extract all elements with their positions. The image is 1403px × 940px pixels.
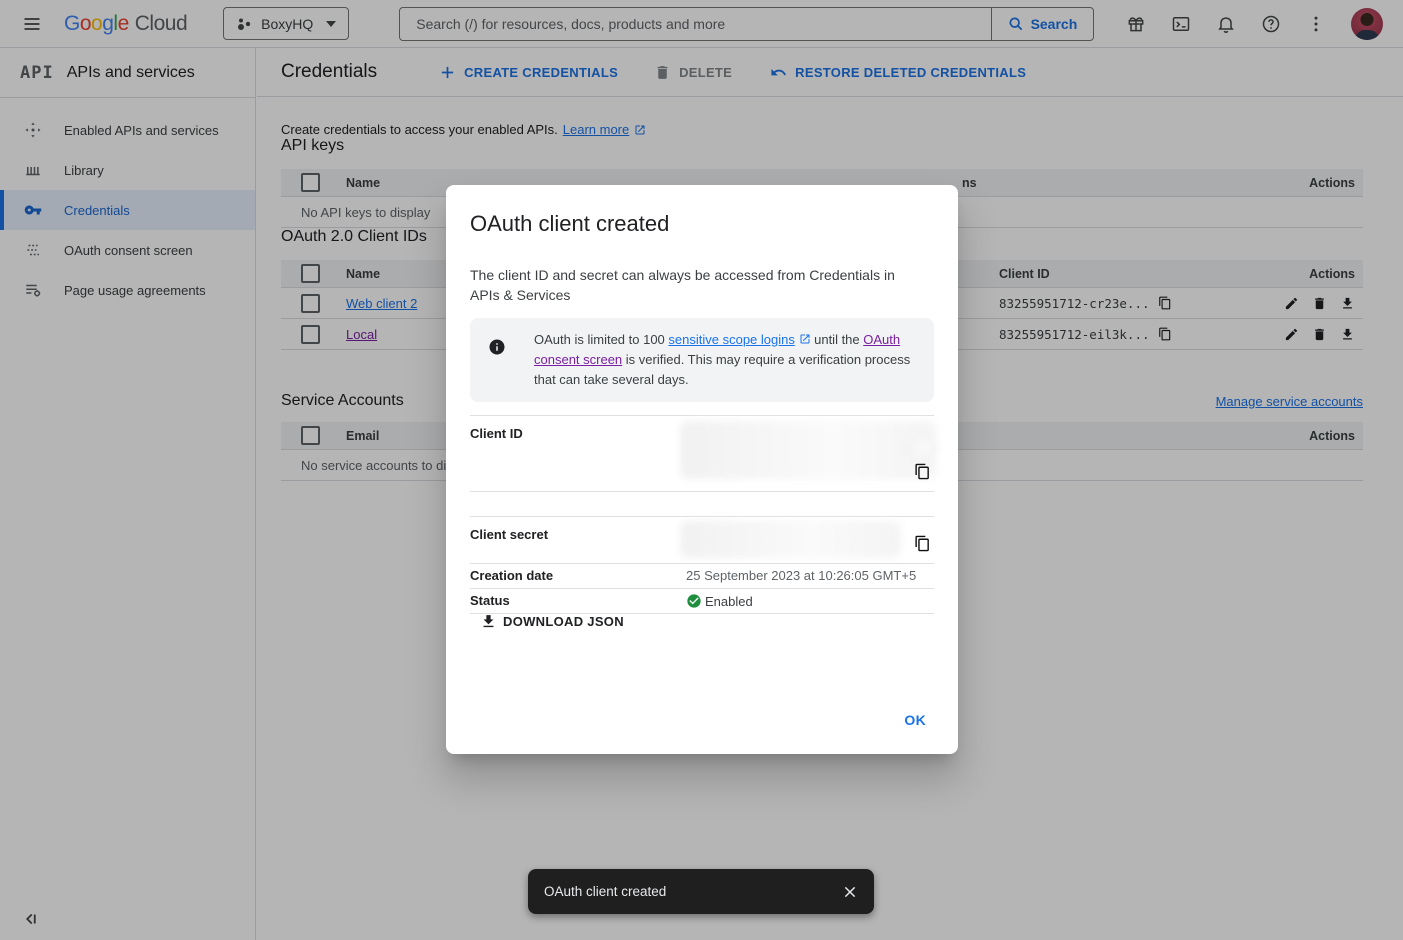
client-secret-label: Client secret [470, 523, 548, 547]
sensitive-scope-logins-link[interactable]: sensitive scope logins [668, 332, 794, 347]
notice-text: OAuth is limited to 100 sensitive scope … [534, 330, 916, 390]
dialog-subtitle: The client ID and secret can always be a… [470, 265, 920, 305]
client-secret-redacted [680, 521, 901, 558]
client-id-redacted [906, 441, 936, 454]
snackbar-message: OAuth client created [544, 884, 666, 899]
ok-button[interactable]: OK [896, 706, 934, 734]
creation-date-value: 25 September 2023 at 10:26:05 GMT+5 [686, 564, 916, 588]
status-label: Status [470, 589, 510, 613]
creation-date-label: Creation date [470, 564, 553, 588]
client-secret-row: Client secret [470, 516, 934, 563]
copy-icon[interactable] [914, 463, 931, 480]
notice-mid: until the [811, 332, 864, 347]
download-json-label: DOWNLOAD JSON [503, 614, 624, 629]
client-id-redacted [680, 421, 936, 479]
dialog-fields: Client ID Client secret Creation date 25… [470, 415, 934, 614]
copy-icon[interactable] [914, 535, 931, 552]
status-text: Enabled [705, 594, 753, 609]
download-icon [480, 613, 497, 630]
status-value: Enabled [686, 589, 753, 613]
info-icon [488, 338, 506, 356]
row-gap [470, 492, 934, 516]
client-id-label: Client ID [470, 422, 523, 446]
client-id-row: Client ID [470, 415, 934, 492]
notice-pre: OAuth is limited to 100 [534, 332, 668, 347]
snackbar: OAuth client created [528, 869, 874, 914]
creation-date-row: Creation date 25 September 2023 at 10:26… [470, 563, 934, 588]
dialog-title: OAuth client created [470, 211, 669, 237]
status-row: Status Enabled [470, 588, 934, 614]
close-icon[interactable] [842, 884, 858, 900]
download-json-button[interactable]: DOWNLOAD JSON [480, 613, 624, 630]
oauth-client-created-dialog: OAuth client created The client ID and s… [446, 185, 958, 754]
check-circle-icon [686, 593, 702, 609]
external-link-icon [799, 333, 811, 345]
verification-notice: OAuth is limited to 100 sensitive scope … [470, 318, 934, 402]
